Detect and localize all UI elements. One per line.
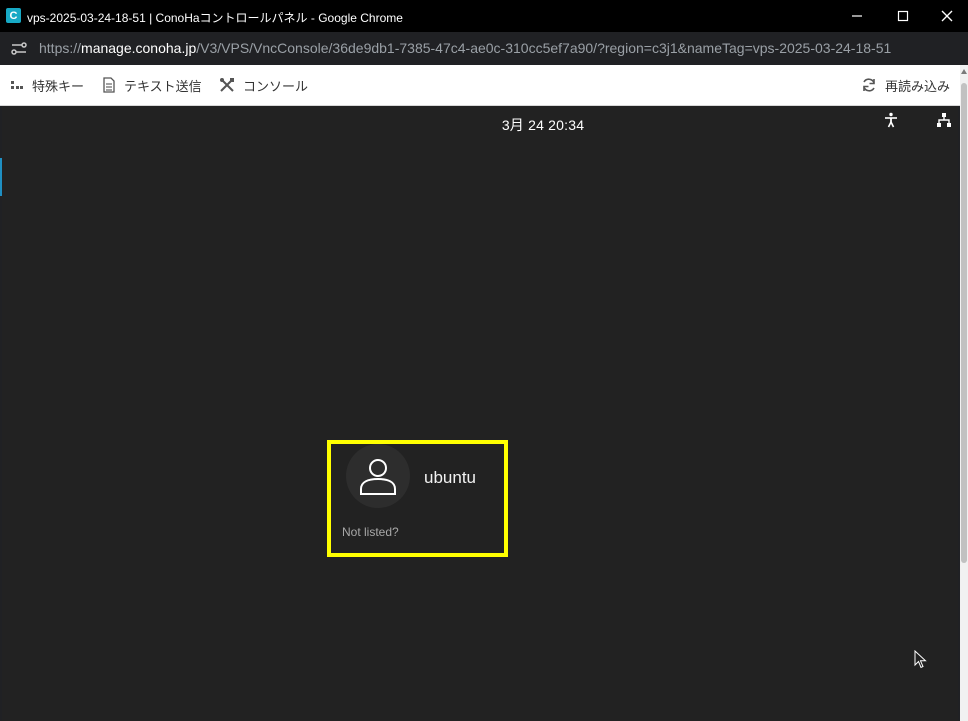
- user-avatar[interactable]: [346, 444, 410, 508]
- site-info-icon[interactable]: [10, 40, 28, 58]
- address-bar[interactable]: https://manage.conoha.jp/V3/VPS/VncConso…: [0, 32, 968, 65]
- reload-button[interactable]: 再読み込み: [861, 65, 950, 105]
- username-label[interactable]: ubuntu: [424, 468, 476, 488]
- vnc-screen[interactable]: 3月 24 20:34 ubuntu Not listed?: [2, 106, 958, 721]
- not-listed-link[interactable]: Not listed?: [342, 525, 399, 539]
- url-scheme: https://: [39, 40, 82, 56]
- refresh-icon: [863, 78, 875, 92]
- user-icon: [360, 459, 396, 495]
- document-icon: [103, 77, 115, 93]
- reload-label: 再読み込み: [885, 78, 951, 94]
- console-button[interactable]: コンソール: [219, 65, 308, 105]
- scroll-thumb[interactable]: [961, 83, 967, 563]
- app-icon: C: [6, 8, 21, 23]
- minimize-button[interactable]: [834, 0, 880, 32]
- close-button[interactable]: [924, 0, 968, 32]
- maximize-button[interactable]: [880, 0, 926, 32]
- url-host: manage.conoha.jp: [81, 40, 197, 56]
- minimize-icon: [852, 15, 862, 17]
- maximize-icon: [897, 10, 909, 22]
- window-title-bar: C vps-2025-03-24-18-51 | ConoHaコントロールパネル…: [0, 0, 968, 32]
- close-icon: [941, 10, 953, 22]
- url-text[interactable]: https://manage.conoha.jp/V3/VPS/VncConso…: [39, 40, 891, 56]
- clock[interactable]: 3月 24 20:34: [2, 115, 968, 135]
- mouse-cursor-icon: [914, 650, 927, 669]
- special-keys-icon: [11, 81, 23, 89]
- special-keys-button[interactable]: 特殊キー: [10, 65, 84, 105]
- vnc-toolbar: 特殊キー テキスト送信 コンソール 再読み込み: [0, 65, 960, 106]
- window-title: vps-2025-03-24-18-51 | ConoHaコントロールパネル -…: [27, 11, 403, 25]
- send-text-label: テキスト送信: [124, 78, 202, 94]
- send-text-button[interactable]: テキスト送信: [102, 65, 202, 105]
- url-path: /V3/VPS/VncConsole/36de9db1-7385-47c4-ae…: [196, 40, 892, 56]
- scroll-up-arrow[interactable]: [961, 69, 967, 74]
- network-icon[interactable]: [936, 112, 952, 128]
- user-login-card[interactable]: ubuntu Not listed?: [327, 440, 508, 557]
- accessibility-icon[interactable]: [883, 112, 899, 128]
- tools-icon: [220, 78, 234, 92]
- console-label: コンソール: [243, 78, 309, 94]
- page-scrollbar[interactable]: [960, 65, 968, 721]
- special-keys-label: 特殊キー: [32, 78, 85, 94]
